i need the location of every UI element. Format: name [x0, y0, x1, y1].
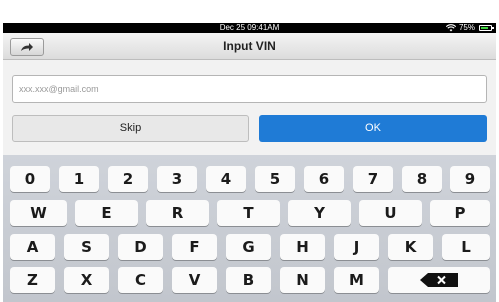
key[interactable]: 4	[206, 166, 246, 192]
key[interactable]: K	[388, 234, 433, 260]
key[interactable]: 8	[402, 166, 442, 192]
backspace-icon	[420, 273, 458, 287]
wifi-icon	[445, 24, 456, 32]
key[interactable]: G	[226, 234, 271, 260]
app-frame: Dec 25 09:41AM 75% Input VIN Skip OK 0 1…	[3, 3, 496, 302]
key[interactable]: X	[64, 267, 109, 293]
key[interactable]: V	[172, 267, 217, 293]
key[interactable]: 0	[10, 166, 50, 192]
key[interactable]: C	[118, 267, 163, 293]
key[interactable]: E	[75, 200, 138, 226]
nav-bar: Input VIN	[3, 33, 496, 60]
status-right: 75%	[445, 23, 494, 33]
key[interactable]: U	[359, 200, 422, 226]
key[interactable]: S	[64, 234, 109, 260]
battery-percent: 75%	[458, 23, 475, 32]
key[interactable]: F	[172, 234, 217, 260]
skip-button[interactable]: Skip	[12, 115, 249, 142]
key[interactable]: M	[334, 267, 379, 293]
key[interactable]: A	[10, 234, 55, 260]
key[interactable]: 3	[157, 166, 197, 192]
key[interactable]: R	[146, 200, 209, 226]
key[interactable]: 7	[353, 166, 393, 192]
key[interactable]: Z	[10, 267, 55, 293]
battery-icon	[479, 25, 494, 31]
keyboard: 0 1 2 3 4 5 6 7 8 9 W E R T Y U P A S D …	[3, 155, 496, 302]
key[interactable]: N	[280, 267, 325, 293]
key[interactable]: Y	[288, 200, 351, 226]
key[interactable]: W	[10, 200, 67, 226]
key[interactable]: 1	[59, 166, 99, 192]
vin-input[interactable]	[12, 75, 487, 103]
page-title: Input VIN	[223, 39, 276, 53]
key[interactable]: B	[226, 267, 271, 293]
key[interactable]: 5	[255, 166, 295, 192]
key[interactable]: H	[280, 234, 325, 260]
status-bar: Dec 25 09:41AM 75%	[3, 23, 496, 33]
key[interactable]: 6	[304, 166, 344, 192]
key[interactable]: T	[217, 200, 280, 226]
status-time: Dec 25 09:41AM	[219, 23, 280, 32]
key[interactable]: D	[118, 234, 163, 260]
key[interactable]: J	[334, 234, 379, 260]
key[interactable]: 9	[450, 166, 490, 192]
key[interactable]: L	[442, 234, 490, 260]
ok-button[interactable]: OK	[259, 115, 487, 142]
key[interactable]: P	[430, 200, 490, 226]
key[interactable]: 2	[108, 166, 148, 192]
backspace-key[interactable]	[388, 267, 490, 293]
